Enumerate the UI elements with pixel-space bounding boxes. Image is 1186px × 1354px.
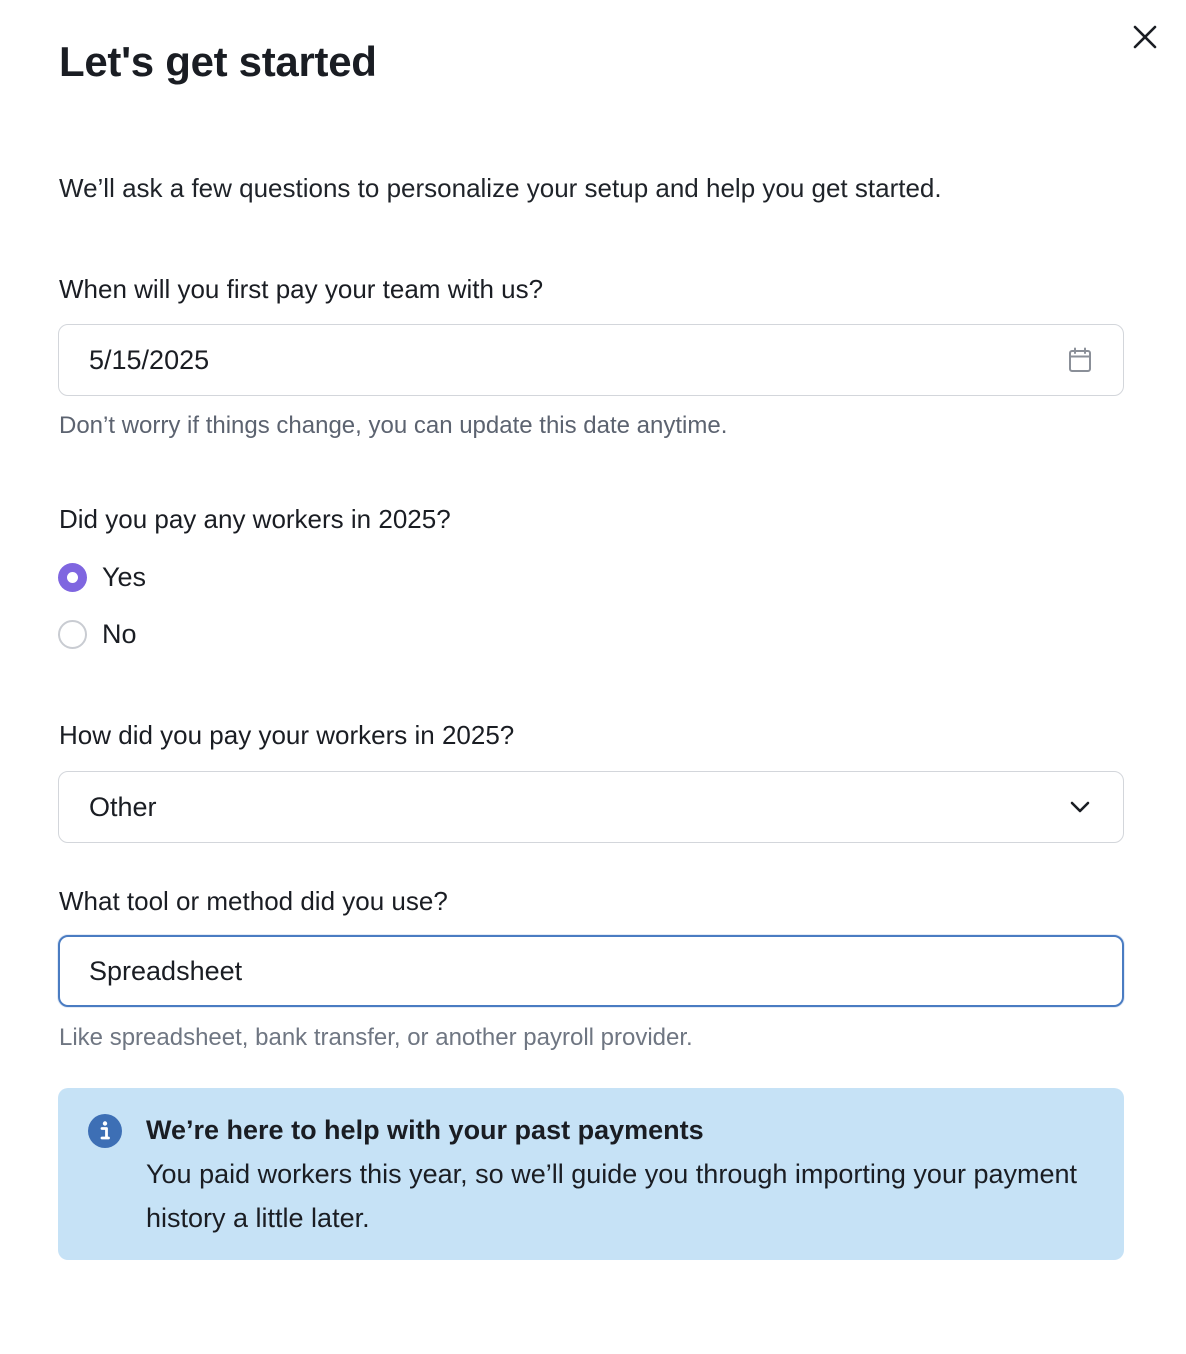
radio-option-no[interactable]: No <box>58 616 137 652</box>
chevron-down-icon <box>1067 794 1093 820</box>
info-alert-title: We’re here to help with your past paymen… <box>146 1115 704 1145</box>
radio-no-unchecked[interactable] <box>58 619 87 649</box>
radio-no-label: No <box>102 618 137 649</box>
pay-method-label: How did you pay your workers in 2025? <box>59 720 515 750</box>
info-icon <box>87 1113 123 1149</box>
close-icon <box>1132 24 1158 50</box>
radio-yes-checked[interactable] <box>58 562 87 592</box>
calendar-icon[interactable] <box>1067 347 1093 373</box>
paid-workers-label: Did you pay any workers in 2025? <box>59 504 451 534</box>
dialog-title: Let's get started <box>59 38 377 85</box>
info-alert-body: You paid workers this year, so we’ll gui… <box>146 1159 1078 1233</box>
onboarding-dialog: Let's get started We’ll ask a few questi… <box>0 0 1186 1354</box>
tool-method-hint: Like spreadsheet, bank transfer, or anot… <box>59 1024 693 1051</box>
close-button[interactable] <box>1126 18 1164 56</box>
radio-option-yes[interactable]: Yes <box>58 559 146 595</box>
first-pay-date-hint: Don’t worry if things change, you can up… <box>59 412 728 439</box>
tool-method-input[interactable]: Spreadsheet <box>58 935 1124 1007</box>
first-pay-date-label: When will you first pay your team with u… <box>59 274 544 304</box>
intro-text: We’ll ask a few questions to personalize… <box>59 173 942 203</box>
info-alert: We’re here to help with your past paymen… <box>58 1088 1124 1260</box>
first-pay-date-value: 5/15/2025 <box>89 344 210 375</box>
tool-method-value: Spreadsheet <box>89 955 243 986</box>
first-pay-date-input[interactable]: 5/15/2025 <box>58 324 1124 396</box>
tool-method-label: What tool or method did you use? <box>59 886 448 916</box>
pay-method-select[interactable]: Other <box>58 771 1124 843</box>
pay-method-selected: Other <box>89 791 157 822</box>
radio-yes-label: Yes <box>102 561 147 592</box>
